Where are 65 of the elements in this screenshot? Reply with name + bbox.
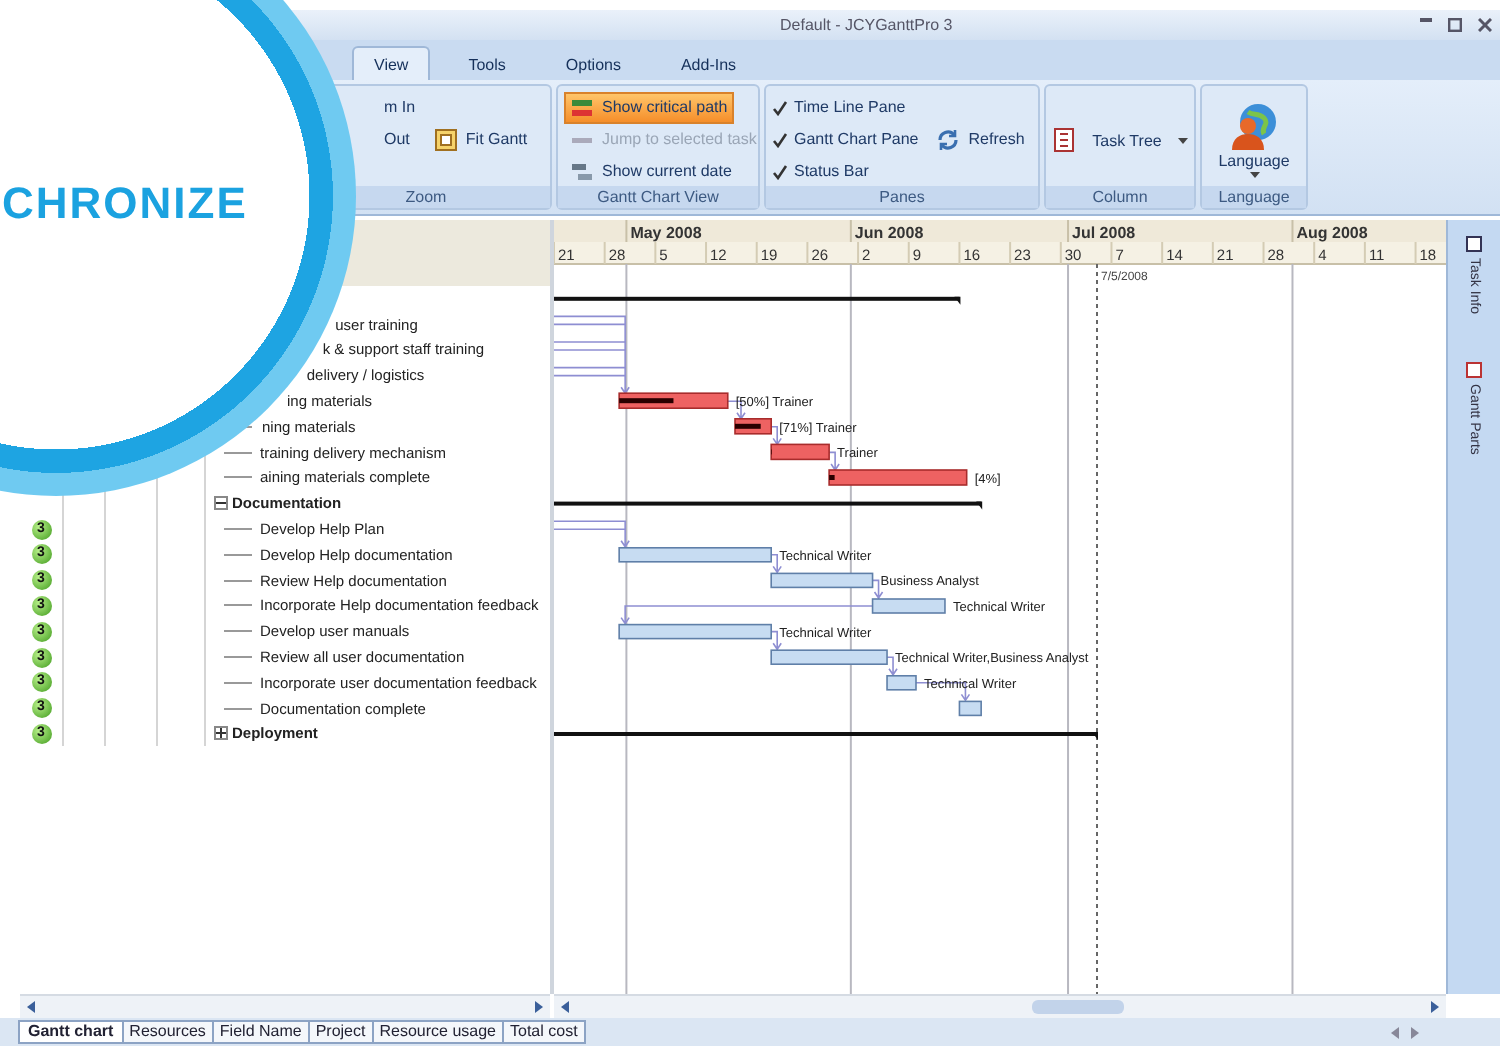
sheet-tab[interactable]: Resource usage — [371, 1020, 504, 1044]
plus-icon — [216, 728, 226, 739]
checkbox-label: Gantt Chart Pane — [794, 130, 919, 148]
task-bar — [958, 700, 982, 717]
checkbox[interactable] — [772, 163, 788, 179]
scroll-right-icon — [1430, 1000, 1440, 1014]
scroll-right-icon — [534, 1000, 544, 1014]
sheet-tab[interactable]: Field Name — [211, 1020, 310, 1044]
next-icon — [1410, 1025, 1420, 1039]
ribbon-tab[interactable]: View — [352, 46, 431, 80]
minimize-icon — [1420, 18, 1432, 22]
ribbon-button[interactable]: m In — [378, 94, 422, 120]
task-bar — [886, 675, 917, 691]
month-label: Jul 2008 — [1072, 224, 1136, 242]
ribbon-tab[interactable]: Tools — [446, 46, 528, 80]
checkbox-label: Time Line Pane — [794, 98, 906, 116]
month-label: Aug 2008 — [1296, 224, 1368, 242]
overlay-title: CHRONIZE — [2, 178, 248, 230]
expand-icon[interactable] — [214, 726, 228, 741]
collapse-icon[interactable] — [214, 496, 228, 511]
panel-icon — [1466, 362, 1482, 379]
scroll-left-icon — [560, 1000, 570, 1014]
previous-icon — [1390, 1025, 1400, 1039]
task-bar — [770, 649, 888, 665]
ribbon-button[interactable]: Show current date — [564, 155, 738, 187]
checkbox[interactable] — [772, 131, 788, 147]
sheet-tab[interactable]: Project — [307, 1020, 374, 1044]
bars-icon — [570, 95, 594, 119]
task-tree-dropdown[interactable]: Task Tree — [1046, 124, 1194, 156]
fit-frame-icon — [433, 127, 458, 151]
sheet-tab[interactable]: Total cost — [502, 1020, 586, 1044]
ribbon-button[interactable]: Fit Gantt — [427, 123, 534, 155]
horizontal-scrollbar[interactable] — [554, 994, 1446, 1018]
refresh-icon — [936, 127, 961, 151]
group-label: Language — [1202, 186, 1306, 208]
bars-icon — [570, 159, 594, 183]
checkbox-label: Status Bar — [794, 162, 869, 180]
close-icon — [1478, 18, 1492, 32]
maximize-icon — [1448, 18, 1462, 32]
sheet-tab[interactable]: Gantt chart — [18, 1020, 124, 1044]
ribbon-tab[interactable]: Add-Ins — [658, 46, 759, 80]
minus-icon — [216, 498, 226, 509]
task-bar — [871, 598, 946, 614]
ribbon-tab[interactable]: Options — [543, 46, 643, 80]
ribbon-button[interactable]: Show critical path — [564, 91, 734, 123]
task-bar — [770, 572, 874, 589]
checkbox[interactable] — [772, 99, 788, 115]
month-label: Jun 2008 — [854, 224, 924, 242]
window-title: Default - JCYGanttPro 3 — [780, 16, 953, 34]
horizontal-scrollbar[interactable] — [20, 994, 550, 1018]
ribbon-button[interactable]: Refresh — [930, 123, 1031, 155]
globe-person-icon — [1230, 102, 1278, 150]
language-button[interactable]: Language — [1212, 96, 1296, 184]
document-icon — [1052, 128, 1077, 152]
group-label: Gantt Chart View — [558, 186, 758, 208]
group-label: Panes — [766, 186, 1038, 208]
group-label: Column — [1046, 186, 1194, 208]
caret-icon — [1177, 137, 1188, 143]
month-label: May 2008 — [630, 224, 702, 242]
caret-icon — [1249, 172, 1259, 178]
sheet-tab[interactable]: Resources — [121, 1020, 214, 1044]
panel-icon — [1466, 236, 1482, 252]
scroll-thumb[interactable] — [1032, 1000, 1124, 1014]
scroll-left-icon — [26, 1000, 36, 1014]
ribbon-button[interactable]: Out — [378, 126, 416, 152]
